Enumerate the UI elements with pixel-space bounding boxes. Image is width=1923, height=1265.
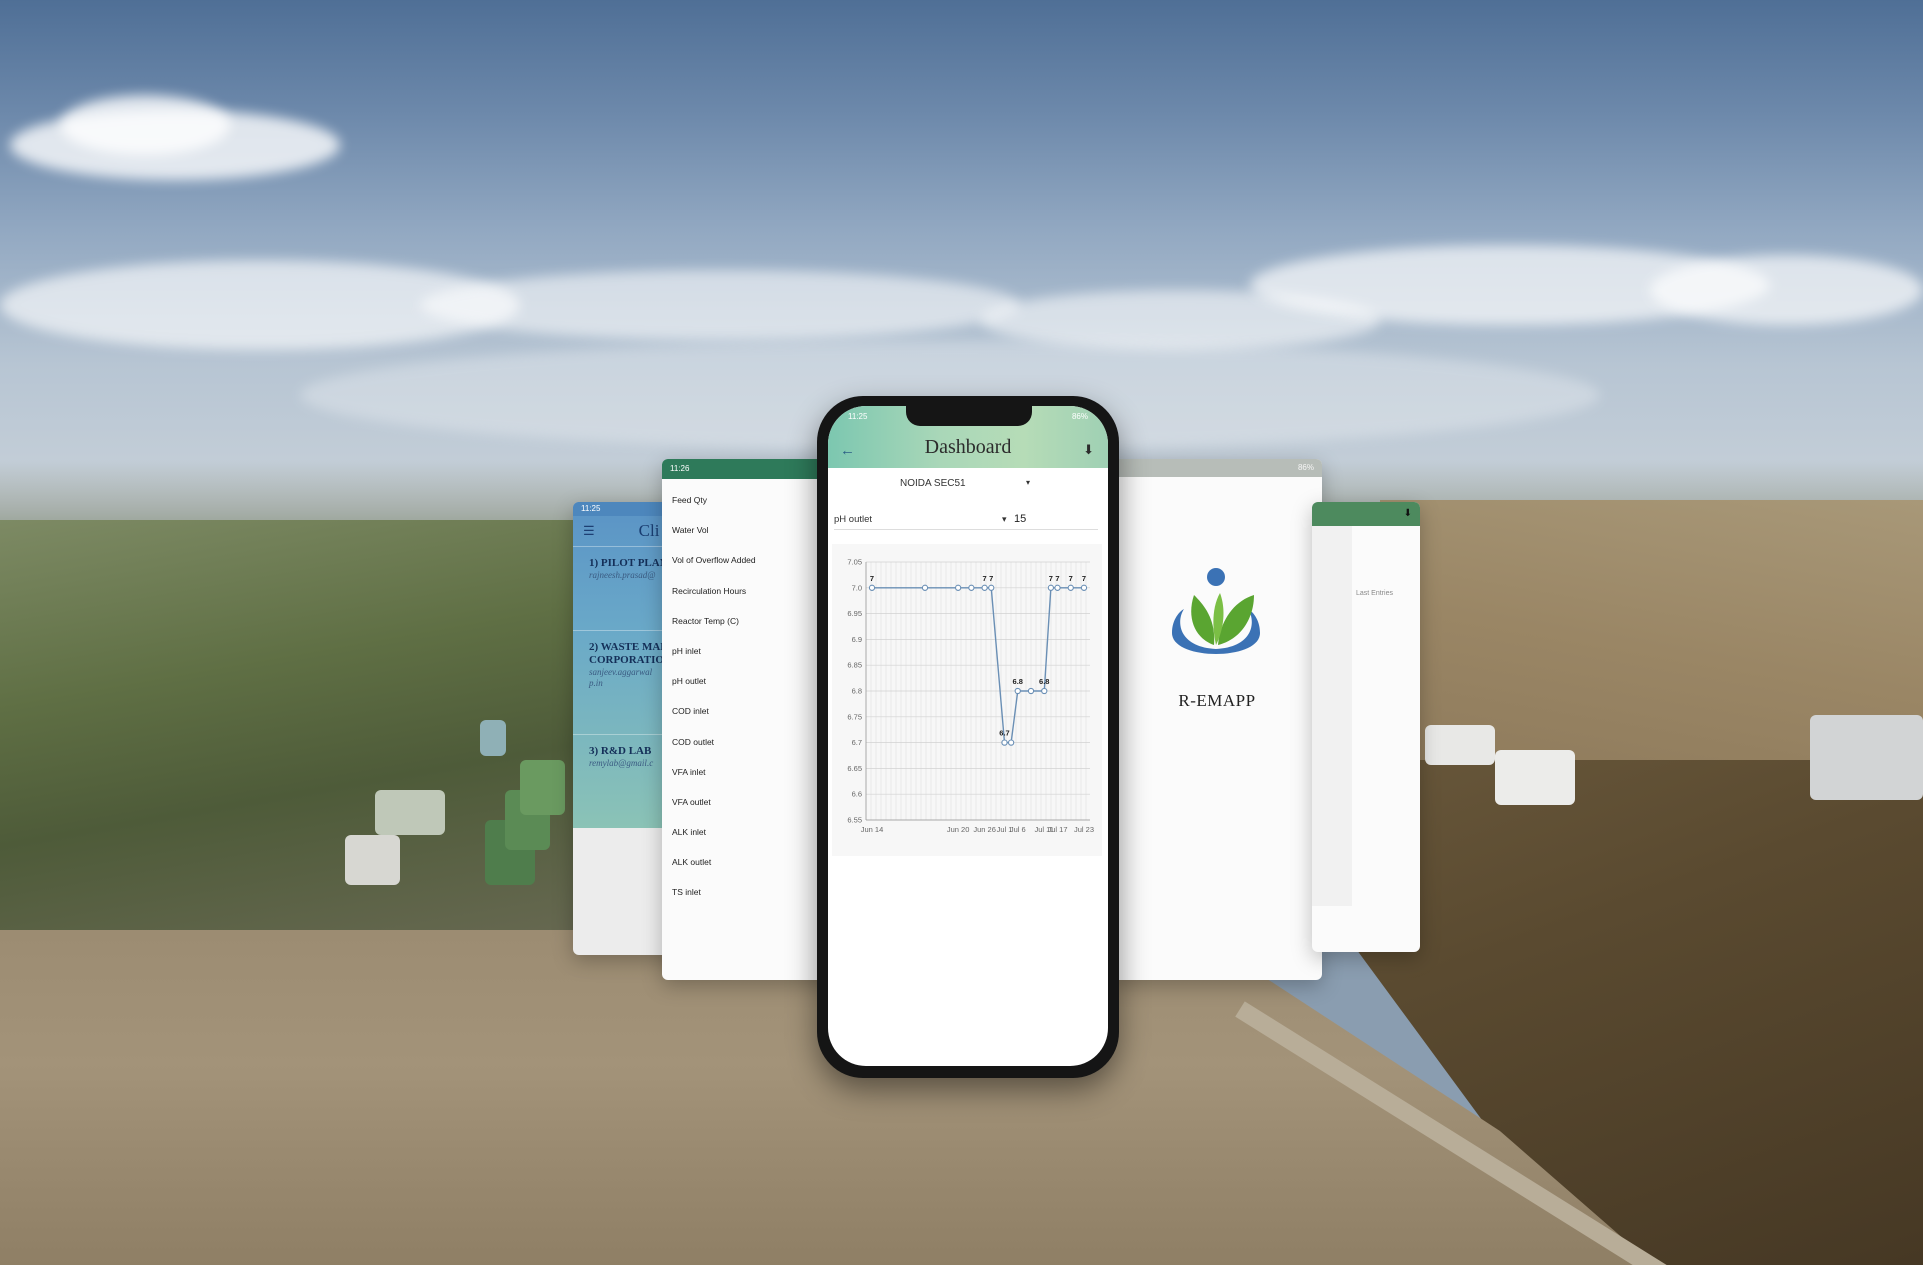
data-point — [1047, 584, 1055, 591]
clients-title: Cli — [638, 521, 660, 540]
data-point — [968, 584, 975, 591]
y-tick-label: 6.85 — [847, 661, 862, 670]
page-title: Dashboard — [924, 436, 1012, 458]
chart-svg: 7.057.06.956.96.856.86.756.76.656.66.55J… — [847, 558, 1094, 835]
parameter-item[interactable]: Vol of Overflow Added — [662, 545, 837, 575]
x-tick-label: Jul 23 — [1074, 825, 1094, 834]
parameter-item[interactable]: pH inlet — [662, 636, 837, 666]
parameter-item[interactable]: COD inlet — [662, 696, 837, 726]
parameter-selector[interactable]: pH outlet ▾ 15 — [834, 513, 1098, 530]
data-label: 7 — [1069, 574, 1073, 583]
parameter-item[interactable]: VFA outlet — [662, 787, 837, 817]
parameter-list: Feed Qty Water Vol Vol of Overflow Added Re… — [662, 479, 837, 908]
x-tick-label: Jun 14 — [861, 825, 884, 834]
data-label: 7 — [989, 574, 993, 583]
count-selector[interactable]: 15 — [1014, 513, 1026, 525]
y-tick-label: 6.75 — [847, 712, 862, 721]
parameter-item[interactable]: Water Vol — [662, 515, 837, 545]
data-point — [1027, 687, 1035, 695]
x-tick-label: Jul 17 — [1047, 825, 1067, 834]
x-tick-label: Jul 6 — [1010, 825, 1026, 834]
data-point — [1067, 584, 1074, 591]
data-point — [1054, 584, 1061, 591]
y-tick-label: 6.8 — [852, 687, 862, 696]
dashboard-screen: 11:25 86% ← Dashboard ⬇ NOIDA SEC51 ▾ pH… — [828, 406, 1108, 1066]
last-entries-card: ⬇ Last Entries — [1312, 502, 1420, 952]
y-tick-label: 6.55 — [847, 816, 862, 825]
data-point — [1014, 687, 1021, 695]
parameter-item[interactable]: Reactor Temp (C) — [662, 606, 837, 636]
data-point — [1041, 687, 1048, 695]
data-label: 7 — [1049, 574, 1053, 583]
y-tick-label: 7.0 — [852, 583, 862, 592]
status-bar: 11:26 — [662, 459, 837, 479]
y-tick-label: 6.7 — [852, 738, 862, 747]
splash-screen-card: 86% R-EMAPP — [1112, 459, 1322, 980]
data-label: 6.7 — [999, 729, 1009, 738]
data-label: 6.8 — [1039, 677, 1049, 686]
parameter-item[interactable]: VFA inlet — [662, 757, 837, 787]
download-icon[interactable]: ⬇ — [1404, 502, 1412, 526]
site-selector[interactable]: NOIDA SEC51 ▾ — [900, 478, 1030, 489]
data-point — [1007, 739, 1015, 746]
r-emapp-logo-icon — [1172, 568, 1260, 654]
x-tick-label: Jun 20 — [947, 825, 970, 834]
last-entries-label[interactable]: Last Entries — [1356, 590, 1393, 597]
parameter-item[interactable]: ALK outlet — [662, 847, 837, 877]
line-chart: 7.05 7.0 6.95 6.9 6.85 6.8 6.75 6.7 6.65 6.6 6.55 J… — [832, 544, 1102, 856]
y-tick-label: 7.05 — [847, 558, 862, 567]
data-point — [981, 584, 988, 591]
chevron-down-icon: ▾ — [1025, 478, 1030, 487]
phone-frame: 11:25 86% ← Dashboard ⬇ NOIDA SEC51 ▾ pH… — [817, 396, 1119, 1078]
parameter-item[interactable]: Recirculation Hours — [662, 576, 837, 606]
status-bar: ⬇ — [1312, 502, 1420, 526]
data-label: 7 — [1082, 574, 1086, 583]
data-label: 6.8 — [1013, 677, 1023, 686]
download-icon[interactable]: ⬇ — [1083, 442, 1094, 458]
data-point — [954, 584, 962, 591]
data-point — [1080, 584, 1088, 591]
parameter-list-card[interactable]: 11:26 Feed Qty Water Vol Vol of Overflow A… — [662, 459, 837, 980]
data-label: 7 — [1055, 574, 1059, 583]
parameter-item[interactable]: TS inlet — [662, 877, 837, 907]
chevron-down-icon: ▾ — [1002, 514, 1007, 524]
parameter-item[interactable]: ALK inlet — [662, 817, 837, 847]
parameter-item[interactable]: COD outlet — [662, 727, 837, 757]
app-name: R-EMAPP — [1178, 691, 1256, 710]
y-tick-label: 6.95 — [847, 609, 862, 618]
data-point — [988, 584, 995, 591]
parameter-item[interactable]: Feed Qty — [662, 485, 837, 515]
y-tick-label: 6.9 — [852, 635, 862, 644]
status-bar: 86% — [1112, 459, 1322, 477]
parameter-item[interactable]: pH outlet — [662, 666, 837, 696]
data-label: 7 — [870, 574, 874, 583]
data-point — [1001, 739, 1008, 746]
data-point — [921, 584, 929, 591]
x-tick-label: Jun 26 — [973, 825, 996, 834]
phone-notch — [906, 406, 1032, 426]
y-tick-label: 6.65 — [847, 764, 862, 773]
hamburger-icon[interactable]: ☰ — [583, 523, 595, 539]
data-point — [868, 584, 876, 591]
y-tick-label: 6.6 — [852, 790, 862, 799]
data-label: 7 — [983, 574, 987, 583]
